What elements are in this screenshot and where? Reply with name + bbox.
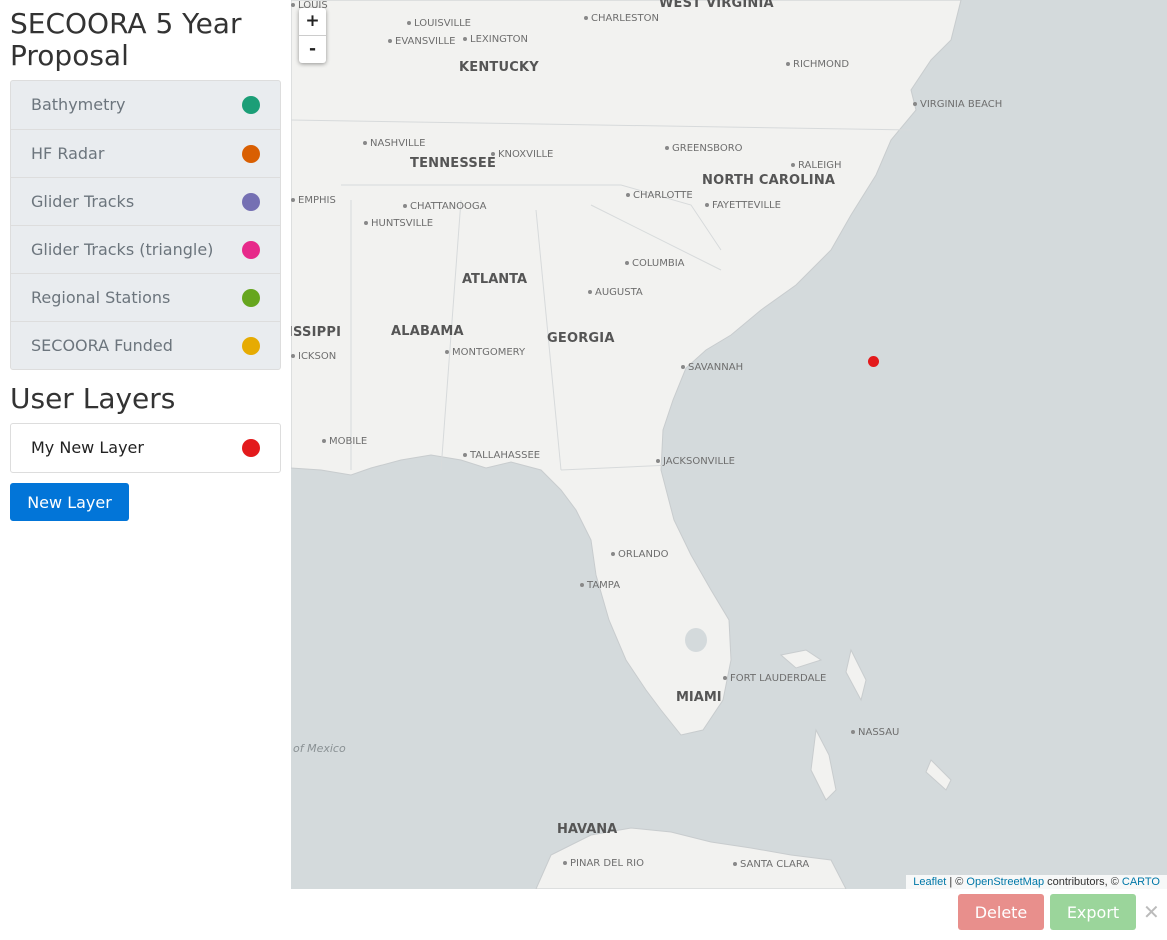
layer-color-dot [242,337,260,355]
user-layers-heading: User Layers [10,382,176,415]
layer-color-dot [242,145,260,163]
map-attribution: Leaflet | © OpenStreetMap contributors, … [906,875,1167,889]
basemap [291,0,962,889]
layer-item-glider-tracks-triangle[interactable]: Glider Tracks (triangle) [11,225,280,273]
map-marker[interactable] [868,356,879,367]
attribution-separator: | © [946,876,967,888]
osm-link[interactable]: OpenStreetMap [966,876,1044,888]
city-label: SANTA CLARA [733,859,809,870]
layer-label: Glider Tracks (triangle) [31,240,214,259]
city-label: SAVANNAH [681,362,743,373]
city-label: EVANSVILLE [388,36,455,47]
layer-color-dot [242,193,260,211]
city-label: ICKSON [291,351,336,362]
lake-okeechobee [685,628,707,652]
new-layer-button[interactable]: New Layer [10,483,129,521]
layer-label: Glider Tracks [31,192,135,211]
water-label: of Mexico [293,742,346,755]
layer-item-bathymetry[interactable]: Bathymetry [11,81,280,129]
state-label: NORTH CAROLINA [702,173,836,188]
city-label: KNOXVILLE [491,149,553,160]
layer-color-dot [242,289,260,307]
layer-item-secoora-funded[interactable]: SECOORA Funded [11,321,280,369]
city-label: TALLAHASSEE [463,450,540,461]
state-label: ALABAMA [391,324,464,339]
state-label: KENTUCKY [459,60,539,75]
city-label: RICHMOND [786,59,849,70]
leaflet-link[interactable]: Leaflet [913,876,946,888]
layer-item-regional-stations[interactable]: Regional Stations [11,273,280,321]
layer-item-hf-radar[interactable]: HF Radar [11,129,280,177]
city-label: LOUISVILLE [407,18,471,29]
layer-item-my-new-layer[interactable]: My New Layer [11,424,280,472]
page-title: SECOORA 5 Year Proposal [10,7,242,72]
city-label: MONTGOMERY [445,347,525,358]
zoom-in-button[interactable]: + [299,8,326,35]
state-label: WEST VIRGINIA [659,0,774,11]
layer-label: HF Radar [31,144,105,163]
city-label: COLUMBIA [625,258,685,269]
city-label: MIAMI [676,690,722,705]
user-layer-list: My New Layer [10,423,281,473]
city-label: GREENSBORO [665,143,743,154]
city-label: FAYETTEVILLE [705,200,781,211]
zoom-control: + - [299,8,326,63]
layer-color-dot [242,96,260,114]
city-label: HUNTSVILLE [364,218,433,229]
layer-color-dot [242,241,260,259]
city-label: CHARLOTTE [626,190,693,201]
city-label: CHARLESTON [584,13,659,24]
sidebar: SECOORA 5 Year Proposal Bathymetry HF Ra… [0,0,291,940]
map[interactable]: LOUIS WEST VIRGINIA LOUISVILLE CHARLESTO… [291,0,1167,889]
city-label: RALEIGH [791,160,842,171]
layer-label: Bathymetry [31,95,126,114]
city-label: HAVANA [557,822,618,837]
layer-label: SECOORA Funded [31,336,173,355]
carto-link[interactable]: CARTO [1122,876,1160,888]
city-label: AUGUSTA [588,287,643,298]
city-label: VIRGINIA BEACH [913,99,1002,110]
city-label: ATLANTA [462,272,528,287]
delete-button[interactable]: Delete [958,894,1044,930]
state-label: TENNESSEE [410,156,497,171]
city-label: NASSAU [851,727,899,738]
layer-color-dot [242,439,260,457]
city-label: EMPHIS [291,195,336,206]
state-label: ISSIPPI [291,325,342,340]
city-label: CHATTANOOGA [403,201,486,212]
city-label: LEXINGTON [463,34,528,45]
base-layer-list: Bathymetry HF Radar Glider Tracks Glider… [10,80,281,370]
state-label: GEORGIA [547,331,615,346]
city-label: NASHVILLE [363,138,425,149]
city-label: FORT LAUDERDALE [723,673,826,684]
layer-label: Regional Stations [31,288,171,307]
close-icon[interactable]: ✕ [1143,900,1160,924]
city-label: ORLANDO [611,549,669,560]
export-button[interactable]: Export [1050,894,1136,930]
city-label: JACKSONVILLE [656,456,735,467]
layer-label: My New Layer [31,438,144,457]
land-us [291,0,962,736]
layer-item-glider-tracks[interactable]: Glider Tracks [11,177,280,225]
city-label: PINAR DEL RIO [563,858,644,869]
attribution-text: contributors, © [1044,876,1122,888]
city-label: MOBILE [322,436,367,447]
city-label: TAMPA [580,580,620,591]
zoom-out-button[interactable]: - [299,35,326,63]
